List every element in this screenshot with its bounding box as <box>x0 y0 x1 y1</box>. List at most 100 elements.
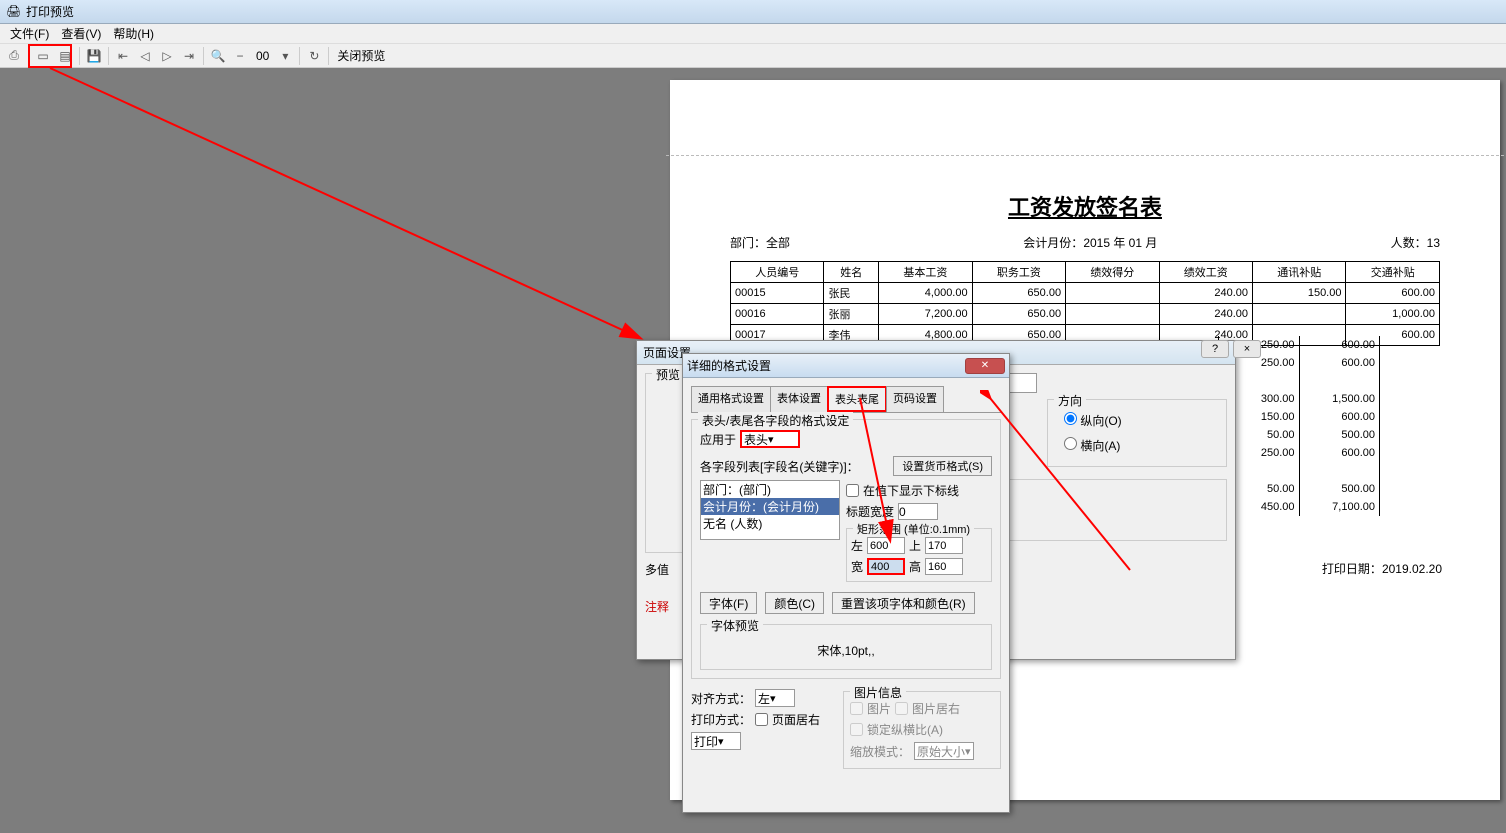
period-label: 会计月份： <box>1023 236 1083 250</box>
menu-help[interactable]: 帮助(H) <box>107 25 160 42</box>
apply-to-select[interactable]: 表头 ▾ <box>740 430 800 448</box>
table-row: 300.001,500.00 <box>1219 390 1380 408</box>
rect-left-label: 左 <box>851 537 863 554</box>
detail-close-button[interactable]: ✕ <box>965 358 1005 374</box>
refresh-icon[interactable]: ↻ <box>304 46 324 66</box>
table-row: 450.007,100.00 <box>1219 498 1380 516</box>
print-date-label: 打印日期： <box>1322 562 1382 576</box>
list-item-selected[interactable]: 会计月份：(会计月份) <box>701 498 839 515</box>
menu-file[interactable]: 文件(F) <box>4 25 55 42</box>
detail-dialog-title: 详细的格式设置 <box>687 357 771 374</box>
dept-value: 全部 <box>766 236 790 250</box>
table-row: 50.00500.00 <box>1219 426 1380 444</box>
first-page-icon[interactable]: ⇤ <box>113 46 133 66</box>
page-center-label: 页面居右 <box>772 711 820 728</box>
scale-label: 缩放模式： <box>850 743 910 760</box>
period-value: 2015 年 01 月 <box>1083 236 1157 250</box>
tabs: 通用格式设置 表体设置 表头表尾 页码设置 <box>691 386 1001 413</box>
font-button[interactable]: 字体(F) <box>700 592 757 614</box>
print-date-value: 2019.02.20 <box>1382 562 1442 576</box>
table-row <box>1219 462 1380 480</box>
reset-font-button[interactable]: 重置该项字体和颜色(R) <box>832 592 975 614</box>
rect-left-input[interactable] <box>867 537 905 554</box>
table-header: 绩效得分 <box>1066 262 1159 283</box>
image-right-checkbox <box>895 702 908 715</box>
table-row: 00016张丽7,200.00650.00240.001,000.00 <box>731 304 1440 325</box>
help-button[interactable]: ? <box>1201 340 1229 358</box>
rect-title: 矩形范围 (单位:0.1mm) <box>853 521 974 537</box>
zoom-out-icon[interactable]: − <box>230 46 250 66</box>
page-center-checkbox[interactable] <box>755 713 768 726</box>
zoom-icon[interactable]: 🔍 <box>208 46 228 66</box>
underline-label: 在值下显示下标线 <box>863 482 959 499</box>
doc-title: 工资发放签名表 <box>670 190 1500 222</box>
rect-top-input[interactable] <box>925 537 963 554</box>
title-width-label: 标题宽度 <box>846 503 894 520</box>
next-page-icon[interactable]: ▷ <box>157 46 177 66</box>
print-mode-label: 打印方式： <box>691 711 751 728</box>
field-list-label: 各字段列表[字段名(关键字)]： <box>700 458 889 475</box>
table-header: 人员编号 <box>731 262 824 283</box>
table-row <box>1219 372 1380 390</box>
table-header: 交通补贴 <box>1346 262 1440 283</box>
dept-label: 部门： <box>730 236 766 250</box>
partial-table: 250.00600.00250.00600.00300.001,500.0015… <box>1218 336 1380 516</box>
tab-body[interactable]: 表体设置 <box>770 386 828 412</box>
lock-ratio-checkbox <box>850 723 863 736</box>
currency-format-button[interactable]: 设置货币格式(S) <box>893 456 992 476</box>
table-row: 250.00600.00 <box>1219 444 1380 462</box>
window-title: 打印预览 <box>26 3 74 20</box>
font-preview: 宋体,10pt,, <box>705 635 987 665</box>
zoom-val[interactable]: 00 <box>252 49 273 63</box>
highlight-toolbar <box>28 44 72 68</box>
table-row: 00015张民4,000.00650.00240.00150.00600.00 <box>731 283 1440 304</box>
table-row: 150.00600.00 <box>1219 408 1380 426</box>
color-button[interactable]: 颜色(C) <box>765 592 824 614</box>
table-row: 50.00500.00 <box>1219 480 1380 498</box>
landscape-radio[interactable]: 横向(A) <box>1056 433 1218 458</box>
count-value: 13 <box>1427 236 1440 250</box>
menu-view[interactable]: 查看(V) <box>55 25 107 42</box>
prev-page-icon[interactable]: ◁ <box>135 46 155 66</box>
list-item[interactable]: 无名 (人数) <box>701 515 839 532</box>
rect-height-input[interactable] <box>925 558 963 575</box>
last-page-icon[interactable]: ⇥ <box>179 46 199 66</box>
apply-to-label: 应用于 <box>700 431 736 448</box>
rect-width-label: 宽 <box>851 558 863 575</box>
preview-group-label: 预览 <box>652 366 684 383</box>
font-preview-label: 字体预览 <box>707 617 763 634</box>
table-header: 基本工资 <box>879 262 972 283</box>
close-button[interactable]: × <box>1233 340 1261 358</box>
export-icon[interactable]: 💾 <box>84 46 104 66</box>
direction-group: 方向 <box>1054 392 1086 409</box>
image-group-title: 图片信息 <box>850 684 906 701</box>
table-header: 绩效工资 <box>1159 262 1252 283</box>
dropdown-icon[interactable]: ▾ <box>275 46 295 66</box>
rect-top-label: 上 <box>909 537 921 554</box>
align-label: 对齐方式： <box>691 690 751 707</box>
detail-format-dialog: 详细的格式设置 ✕ 通用格式设置 表体设置 表头表尾 页码设置 表头/表尾各字段… <box>682 353 1010 813</box>
field-listbox[interactable]: 部门：(部门) 会计月份：(会计月份) 无名 (人数) <box>700 480 840 540</box>
title-width-input[interactable] <box>898 503 938 520</box>
salary-table: 人员编号姓名基本工资职务工资绩效得分绩效工资通讯补贴交通补贴 00015张民4,… <box>730 261 1440 346</box>
underline-checkbox[interactable] <box>846 484 859 497</box>
portrait-radio[interactable]: 纵向(O) <box>1056 408 1218 433</box>
image-checkbox <box>850 702 863 715</box>
count-label: 人数： <box>1391 236 1427 250</box>
align-select[interactable]: 左▾ <box>755 689 795 707</box>
list-item[interactable]: 部门：(部门) <box>701 481 839 498</box>
rect-width-input[interactable] <box>867 558 905 575</box>
tab-page-number[interactable]: 页码设置 <box>886 386 944 412</box>
table-header: 姓名 <box>824 262 879 283</box>
print-icon[interactable]: ⎙ <box>4 46 24 66</box>
rect-height-label: 高 <box>909 558 921 575</box>
tab-header-footer[interactable]: 表头表尾 <box>827 386 887 412</box>
tab-general[interactable]: 通用格式设置 <box>691 386 771 412</box>
table-header: 通讯补贴 <box>1253 262 1346 283</box>
hf-group-title: 表头/表尾各字段的格式设定 <box>698 412 853 429</box>
print-select[interactable]: 打印▾ <box>691 732 741 750</box>
app-icon: 🖨 <box>6 4 22 20</box>
table-header: 职务工资 <box>972 262 1065 283</box>
scale-select: 原始大小▾ <box>914 742 974 760</box>
close-preview-button[interactable]: 关闭预览 <box>333 47 389 64</box>
